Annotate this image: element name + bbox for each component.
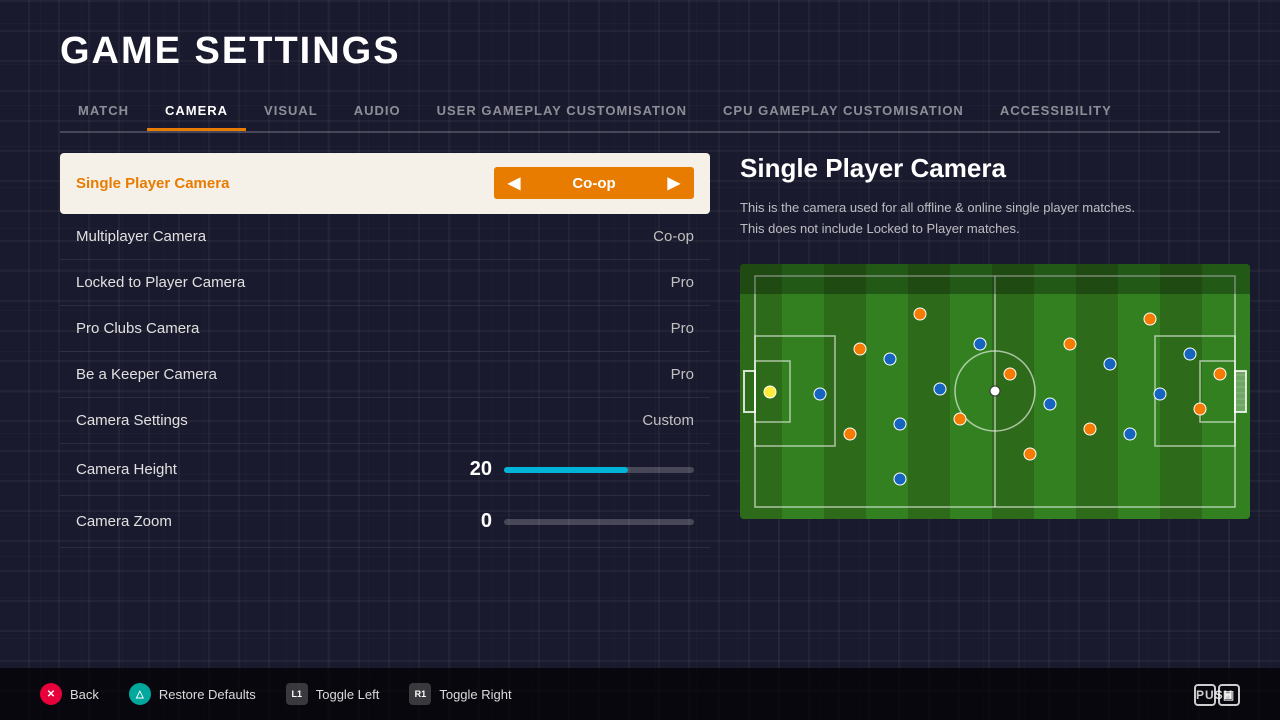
keeper-camera-value: Pro bbox=[671, 366, 694, 383]
push-logo: PUSH▣ bbox=[1192, 681, 1240, 707]
keeper-camera-label: Be a Keeper Camera bbox=[76, 366, 217, 383]
tab-navigation: MATCH CAMERA VISUAL AUDIO USER GAMEPLAY … bbox=[60, 93, 1220, 133]
setting-row-camera-height[interactable]: Camera Height 20 bbox=[60, 444, 710, 496]
toggle-right-label: Toggle Right bbox=[439, 687, 511, 702]
tab-match[interactable]: MATCH bbox=[60, 93, 147, 131]
camera-settings-label: Camera Settings bbox=[76, 412, 188, 429]
toggle-right-icon: R1 bbox=[409, 683, 431, 705]
tab-camera[interactable]: CAMERA bbox=[147, 93, 246, 131]
setting-row-locked-to-player-camera[interactable]: Locked to Player Camera Pro bbox=[60, 260, 710, 306]
camera-height-slider-row: 20 bbox=[177, 458, 694, 481]
pro-clubs-camera-value: Pro bbox=[671, 320, 694, 337]
locked-camera-label: Locked to Player Camera bbox=[76, 274, 245, 291]
tab-user-gameplay[interactable]: USER GAMEPLAY CUSTOMISATION bbox=[419, 93, 705, 131]
main-content: Single Player Camera ◀ Co-op ▶ Multiplay… bbox=[60, 153, 1220, 548]
toggle-left-icon: L1 bbox=[286, 683, 308, 705]
selector-value: Co-op bbox=[572, 175, 615, 192]
info-description: This is the camera used for all offline … bbox=[740, 198, 1250, 240]
restore-label: Restore Defaults bbox=[159, 687, 256, 702]
tab-visual[interactable]: VISUAL bbox=[246, 93, 336, 131]
multiplayer-camera-value: Co-op bbox=[653, 228, 694, 245]
back-icon: ✕ bbox=[40, 683, 62, 705]
camera-preview bbox=[740, 264, 1250, 519]
tab-audio[interactable]: AUDIO bbox=[336, 93, 419, 131]
locked-camera-value: Pro bbox=[671, 274, 694, 291]
camera-selector[interactable]: ◀ Co-op ▶ bbox=[494, 167, 694, 199]
camera-height-track[interactable] bbox=[504, 467, 694, 473]
setting-row-pro-clubs-camera[interactable]: Pro Clubs Camera Pro bbox=[60, 306, 710, 352]
setting-row-single-player-camera[interactable]: Single Player Camera ◀ Co-op ▶ bbox=[60, 153, 710, 214]
multiplayer-camera-label: Multiplayer Camera bbox=[76, 228, 206, 245]
settings-panel: Single Player Camera ◀ Co-op ▶ Multiplay… bbox=[60, 153, 710, 548]
toggle-left-label: Toggle Left bbox=[316, 687, 380, 702]
selector-left-arrow[interactable]: ◀ bbox=[508, 173, 520, 193]
bottom-bar: ✕ Back △ Restore Defaults L1 Toggle Left… bbox=[0, 668, 1280, 720]
info-panel: Single Player Camera This is the camera … bbox=[740, 153, 1250, 548]
camera-zoom-track[interactable] bbox=[504, 519, 694, 525]
camera-zoom-slider-row: 0 bbox=[172, 510, 694, 533]
camera-zoom-label: Camera Zoom bbox=[76, 513, 172, 530]
pro-clubs-camera-label: Pro Clubs Camera bbox=[76, 320, 199, 337]
camera-settings-value: Custom bbox=[642, 412, 694, 429]
setting-row-camera-zoom[interactable]: Camera Zoom 0 bbox=[60, 496, 710, 548]
back-button[interactable]: ✕ Back bbox=[40, 683, 99, 705]
page-title: GAME SETTINGS bbox=[60, 30, 1220, 73]
selector-right-arrow[interactable]: ▶ bbox=[668, 173, 680, 193]
restore-defaults-button[interactable]: △ Restore Defaults bbox=[129, 683, 256, 705]
back-label: Back bbox=[70, 687, 99, 702]
tab-cpu-gameplay[interactable]: CPU GAMEPLAY CUSTOMISATION bbox=[705, 93, 982, 131]
camera-height-fill bbox=[504, 467, 628, 473]
info-title: Single Player Camera bbox=[740, 153, 1250, 184]
toggle-left-button[interactable]: L1 Toggle Left bbox=[286, 683, 380, 705]
camera-zoom-value: 0 bbox=[462, 510, 492, 533]
camera-height-value: 20 bbox=[462, 458, 492, 481]
camera-height-label: Camera Height bbox=[76, 461, 177, 478]
single-player-camera-label: Single Player Camera bbox=[76, 175, 229, 192]
push-logo-icon: ▣ bbox=[1218, 684, 1240, 706]
setting-row-multiplayer-camera[interactable]: Multiplayer Camera Co-op bbox=[60, 214, 710, 260]
setting-row-camera-settings[interactable]: Camera Settings Custom bbox=[60, 398, 710, 444]
tab-accessibility[interactable]: ACCESSIBILITY bbox=[982, 93, 1130, 131]
restore-icon: △ bbox=[129, 683, 151, 705]
toggle-right-button[interactable]: R1 Toggle Right bbox=[409, 683, 511, 705]
setting-row-be-a-keeper-camera[interactable]: Be a Keeper Camera Pro bbox=[60, 352, 710, 398]
